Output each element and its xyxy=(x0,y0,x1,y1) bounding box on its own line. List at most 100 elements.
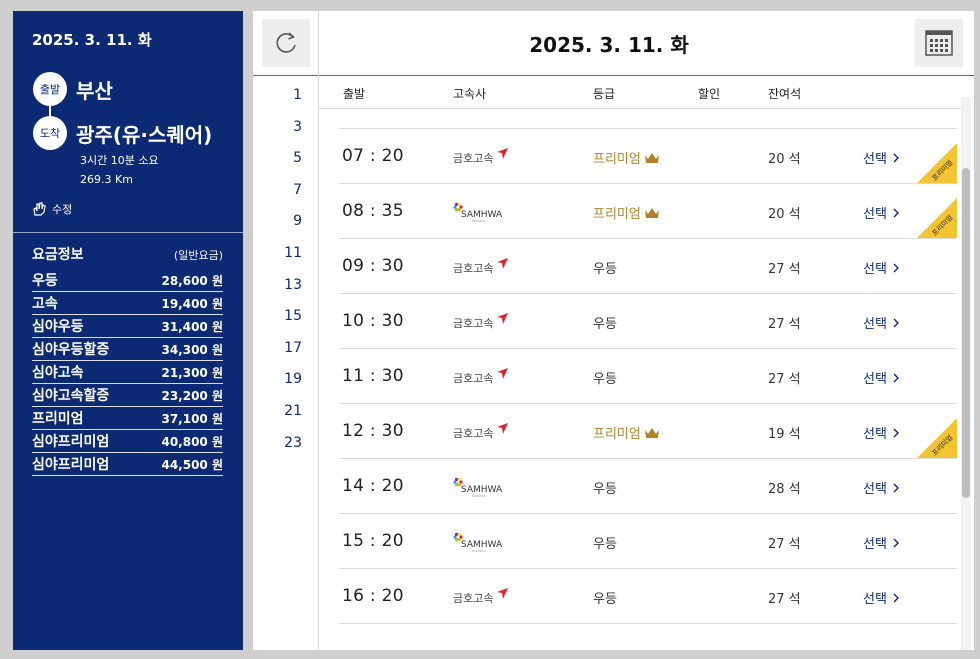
hour-link[interactable]: 3 xyxy=(253,119,318,135)
bus-grade: 프리미엄 xyxy=(593,423,660,442)
chevron-right-icon xyxy=(887,537,900,552)
remaining-seats: 27 석 xyxy=(768,317,801,332)
departure-time: 09 : 30 xyxy=(342,256,404,276)
hand-pointer-icon xyxy=(33,202,46,216)
chevron-right-icon xyxy=(887,152,900,167)
fare-row: 심야우등할증 34,300 원 xyxy=(32,338,223,361)
crown-icon xyxy=(641,427,660,442)
svg-text:EXPRESS: EXPRESS xyxy=(472,494,486,497)
crown-icon xyxy=(641,207,660,222)
select-label: 선택 xyxy=(863,482,887,497)
fare-name: 고속 xyxy=(32,296,58,312)
kumho-logo: 금호고속 xyxy=(453,312,513,332)
select-button[interactable]: 선택 xyxy=(863,478,900,497)
hour-link[interactable]: 7 xyxy=(253,182,318,198)
arrival-tag: 도착 xyxy=(33,116,67,150)
calendar-button[interactable] xyxy=(915,19,963,67)
schedule-row: 16 : 20 금호고속 우등 27 석 선택 xyxy=(339,569,957,624)
fare-price: 28,600 원 xyxy=(161,273,223,288)
bus-grade: 우등 xyxy=(593,317,617,332)
fare-header: 요금정보 (일반요금) xyxy=(32,244,223,264)
select-button[interactable]: 선택 xyxy=(863,368,900,387)
hour-link[interactable]: 15 xyxy=(253,308,318,324)
route-summary-panel: 2025. 3. 11. 화 출발 부산 도착 광주(유·스퀘어) 3시간 10… xyxy=(13,11,243,650)
hour-link[interactable]: 1 xyxy=(253,87,318,103)
chevron-right-icon xyxy=(887,592,900,607)
select-button[interactable]: 선택 xyxy=(863,258,900,277)
timetable-panel: 2025. 3. 11. 화 1 3 5 7 9 11 13 15 17 19 21 23 출발 고속… xyxy=(253,11,974,650)
col-seats: 잔여석 xyxy=(768,87,802,101)
bus-grade: 프리미엄 xyxy=(593,203,660,222)
hour-link[interactable]: 17 xyxy=(253,340,318,356)
trip-duration: 3시간 10분 소요 xyxy=(80,154,159,167)
svg-text:금호고속: 금호고속 xyxy=(453,262,493,275)
departure-terminal: 부산 xyxy=(76,78,113,103)
hour-link[interactable]: 23 xyxy=(253,435,318,451)
scrollbar-track[interactable] xyxy=(961,97,971,650)
departure-time: 07 : 20 xyxy=(342,146,404,166)
schedule-row: 11 : 30 금호고속 우등 27 석 선택 xyxy=(339,349,957,404)
kumho-logo: 금호고속 xyxy=(453,257,513,277)
select-button[interactable]: 선택 xyxy=(863,203,900,222)
fare-price: 44,500 원 xyxy=(161,457,223,472)
fare-row: 심야프리미엄 40,800 원 xyxy=(32,430,223,453)
select-label: 선택 xyxy=(863,592,887,607)
fare-name: 프리미엄 xyxy=(32,411,84,427)
svg-text:금호고속: 금호고속 xyxy=(453,317,493,330)
fare-name: 우등 xyxy=(32,273,58,289)
fare-name: 심야고속 xyxy=(32,365,84,381)
select-button[interactable]: 선택 xyxy=(863,588,900,607)
refresh-button[interactable] xyxy=(262,19,310,67)
select-label: 선택 xyxy=(863,372,887,387)
select-button[interactable]: 선택 xyxy=(863,423,900,442)
remaining-seats: 19 석 xyxy=(768,427,801,442)
col-depart: 출발 xyxy=(343,87,366,101)
hour-link[interactable]: 5 xyxy=(253,150,318,166)
svg-text:금호고속: 금호고속 xyxy=(453,427,493,440)
bus-grade: 우등 xyxy=(593,372,617,387)
bus-grade: 프리미엄 xyxy=(593,148,660,167)
svg-text:EXPRESS: EXPRESS xyxy=(472,219,486,222)
scrollbar-thumb[interactable] xyxy=(962,168,970,498)
fare-price: 19,400 원 xyxy=(161,296,223,311)
select-label: 선택 xyxy=(863,537,887,552)
sidebar-date: 2025. 3. 11. 화 xyxy=(32,31,152,49)
fare-price: 23,200 원 xyxy=(161,388,223,403)
select-label: 선택 xyxy=(863,152,887,167)
chevron-right-icon xyxy=(887,372,900,387)
edit-route-button[interactable]: 수정 xyxy=(32,201,72,217)
hour-link[interactable]: 19 xyxy=(253,371,318,387)
select-button[interactable]: 선택 xyxy=(863,313,900,332)
remaining-seats: 28 석 xyxy=(768,482,801,497)
bus-grade: 우등 xyxy=(593,592,617,607)
col-company: 고속사 xyxy=(453,87,487,101)
hour-link[interactable]: 9 xyxy=(253,213,318,229)
remaining-seats: 27 석 xyxy=(768,537,801,552)
hour-link[interactable]: 21 xyxy=(253,403,318,419)
fare-subtitle: (일반요금) xyxy=(173,249,223,262)
fare-price: 21,300 원 xyxy=(161,365,223,380)
bus-grade: 우등 xyxy=(593,262,617,277)
fare-name: 심야프리미엄 xyxy=(32,434,110,450)
hour-link[interactable]: 11 xyxy=(253,245,318,261)
select-button[interactable]: 선택 xyxy=(863,148,900,167)
schedule-row: 09 : 30 금호고속 우등 27 석 선택 xyxy=(339,239,957,294)
crown-icon xyxy=(641,152,660,167)
table-header: 출발 고속사 등급 할인 잔여석 xyxy=(319,77,961,109)
col-discount: 할인 xyxy=(698,87,721,101)
refresh-icon xyxy=(276,32,296,53)
schedule-row: 14 : 20 SAMHWA EXPRESS 우등 28 석 선택 xyxy=(339,459,957,514)
departure-time: 11 : 30 xyxy=(342,366,404,386)
fare-name: 심야고속할증 xyxy=(32,388,110,404)
select-button[interactable]: 선택 xyxy=(863,533,900,552)
samhwa-logo: SAMHWA EXPRESS xyxy=(453,532,513,553)
fare-name: 심야우등 xyxy=(32,319,84,335)
samhwa-logo: SAMHWA EXPRESS xyxy=(453,202,513,223)
departure-tag: 출발 xyxy=(33,72,67,106)
departure-time: 14 : 20 xyxy=(342,476,404,496)
hour-link[interactable]: 13 xyxy=(253,277,318,293)
remaining-seats: 27 석 xyxy=(768,372,801,387)
fare-row: 우등 28,600 원 xyxy=(32,269,223,292)
schedule-list: 06 : 20금호고속우등26 석선택07 : 20금호고속프리미엄20 석선택… xyxy=(319,117,961,650)
schedule-row: 12 : 30 금호고속 프리미엄 19 석 선택 프리미엄 xyxy=(339,404,957,459)
